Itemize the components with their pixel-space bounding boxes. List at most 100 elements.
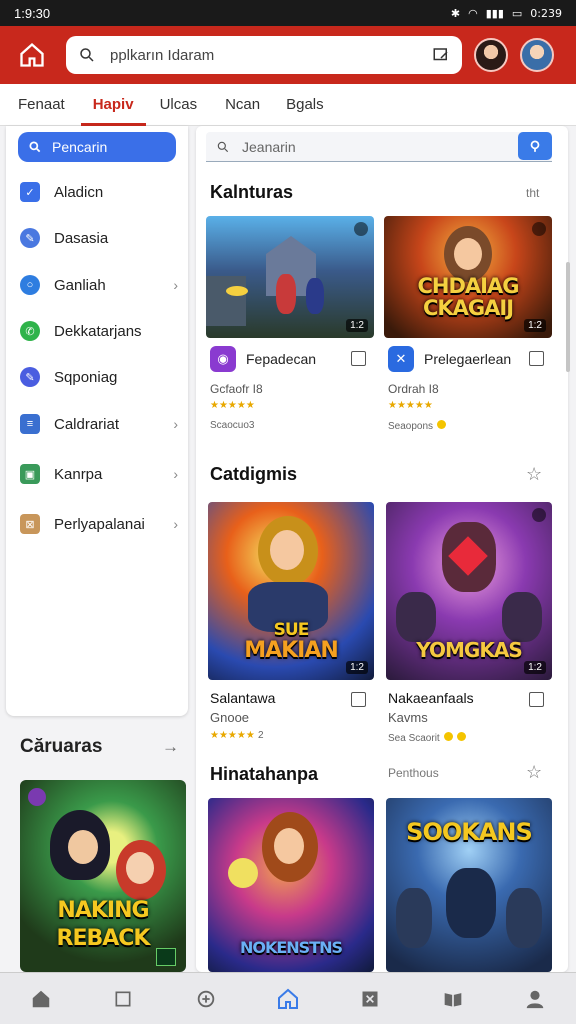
main-panel: Jeanarin Kalnturas tht 1:2 CHDAIAG CKAGA… <box>196 126 568 972</box>
app-subtitle: Ordrah I8 <box>388 382 439 396</box>
card-art-text: SOOKANS <box>406 818 533 846</box>
calendar-icon: ▣ <box>20 464 40 484</box>
tab-bgals[interactable]: Bgals <box>286 84 324 126</box>
avatar-secondary[interactable] <box>520 38 554 72</box>
sidebar-search-button[interactable]: Pencarin <box>18 132 176 162</box>
document-icon: ≡ <box>20 414 40 434</box>
select-checkbox[interactable] <box>529 692 544 707</box>
game-card[interactable]: SUE MAKIAN 1:2 <box>208 502 374 680</box>
rating-stars: ★★★★★ <box>210 730 255 741</box>
nav-games-button[interactable] <box>186 979 226 1019</box>
battery-icon: ▭ <box>511 6 523 20</box>
section-see-all[interactable]: Penthous <box>388 766 439 780</box>
home-icon <box>32 990 50 1007</box>
game-card[interactable]: NAKING REBACK <box>20 780 186 972</box>
section-title: Căruaras <box>20 736 103 757</box>
app-icon: ✕ <box>388 346 414 372</box>
card-art-text: CHDAIAG <box>417 274 520 298</box>
favorite-star-icon[interactable]: ☆ <box>526 762 542 783</box>
coin-icon <box>456 732 466 741</box>
card-badge: 1:2 <box>346 661 368 674</box>
app-name: Salantawa <box>210 690 276 706</box>
tab-ncan[interactable]: Ncan <box>225 84 260 126</box>
rating-stars: ★★★★★ <box>210 400 255 411</box>
app-info[interactable]: ◉ Fepadecan <box>210 346 316 372</box>
tab-ulcas[interactable]: Ulcas <box>160 84 198 126</box>
game-card[interactable]: CHDAIAG CKAGAIJ 1:2 <box>384 216 552 338</box>
gamepad-icon <box>197 990 214 1007</box>
library-icon <box>362 991 378 1006</box>
sidebar-item-ganliah[interactable]: ○ Ganliah › <box>20 267 180 303</box>
tab-bar: Fenaat Hapiv Ulcas Ncan Bgals <box>0 84 576 126</box>
chevron-right-icon: › <box>173 466 178 482</box>
app-meta: Seaopons <box>388 420 447 432</box>
select-checkbox[interactable] <box>529 351 544 366</box>
section-title: Kalnturas <box>210 182 294 202</box>
nav-square-button[interactable] <box>103 979 143 1019</box>
card-corner-icon <box>532 508 546 522</box>
coin-icon <box>437 420 447 429</box>
nav-home-button[interactable] <box>21 979 61 1019</box>
card-art-text: SUE <box>273 620 310 640</box>
app-name: Nakaeanfaals <box>388 690 474 706</box>
game-card[interactable]: 1:2 <box>206 216 374 338</box>
arrow-right-icon[interactable]: → <box>162 737 179 757</box>
voice-search-button[interactable] <box>518 132 552 160</box>
app-meta: Sea Scaorit <box>388 732 466 744</box>
app-header: pplkarın Idaram <box>0 26 576 84</box>
card-badge: 1:2 <box>346 319 368 332</box>
card-badge: 1:2 <box>524 661 546 674</box>
search-bar[interactable]: pplkarın Idaram <box>66 36 462 74</box>
sidebar-item-aladicn[interactable]: ✓ Aladicn <box>20 174 180 210</box>
sidebar-item-sqponiag[interactable]: ✎ Sqponiag <box>20 359 180 395</box>
status-time: 1:9:30 <box>14 5 51 21</box>
app-name: Fepadecan <box>246 351 317 367</box>
app-meta: 2 <box>258 730 264 741</box>
chevron-right-icon: › <box>173 416 178 432</box>
card-corner-icon <box>354 222 368 236</box>
app-icon: ◉ <box>210 346 236 372</box>
scrollbar[interactable] <box>566 262 570 372</box>
sidebar: Pencarin ✓ Aladicn ✎ Dasasia ○ Ganliah ›… <box>6 126 188 716</box>
search-icon <box>29 141 41 153</box>
home-outline-icon <box>277 988 298 1009</box>
avatar[interactable] <box>474 38 508 72</box>
game-card[interactable]: YOMGKAS 1:2 <box>386 502 552 680</box>
edit-icon[interactable] <box>432 46 450 64</box>
home-button[interactable] <box>10 33 54 77</box>
tab-fenaat[interactable]: Fenaat <box>18 84 65 126</box>
edit-circle-icon: ✎ <box>20 367 40 387</box>
select-checkbox[interactable] <box>351 351 366 366</box>
select-checkbox[interactable] <box>351 692 366 707</box>
nav-profile-button[interactable] <box>515 979 555 1019</box>
app-subtitle: Gcfaofr I8 <box>210 382 263 396</box>
card-art-text: MAKIAN <box>244 638 339 663</box>
nav-apps-home-button[interactable] <box>268 979 308 1019</box>
search-input[interactable]: pplkarın Idaram <box>110 47 418 64</box>
tab-hapiv[interactable]: Hapiv <box>80 84 146 126</box>
card-badge: 1:2 <box>524 319 546 332</box>
card-art-text: CKAGAIJ <box>422 296 514 320</box>
section-title: Hinatahanpa <box>210 764 319 784</box>
favorite-star-icon[interactable]: ☆ <box>526 464 542 485</box>
person-icon <box>526 990 544 1008</box>
chevron-right-icon: › <box>173 516 178 532</box>
sidebar-item-caldrariat[interactable]: ≡ Caldrariat › <box>20 406 180 442</box>
app-info[interactable]: ✕ Prelegaerlean <box>388 346 511 372</box>
app-subtitle: Kavms <box>388 710 428 725</box>
sidebar-item-kanrpa[interactable]: ▣ Kanrpa › <box>20 456 180 492</box>
main-search-input[interactable]: Jeanarin <box>206 132 552 162</box>
app-name: Prelegaerlean <box>424 351 512 367</box>
nav-books-button[interactable] <box>433 979 473 1019</box>
game-card[interactable]: NOKENSTNS <box>208 798 374 972</box>
nav-library-button[interactable] <box>350 979 390 1019</box>
book-icon <box>444 992 461 1006</box>
sidebar-item-dasasia[interactable]: ✎ Dasasia <box>20 220 180 256</box>
game-card[interactable]: SOOKANS <box>386 798 552 972</box>
pencil-icon: ✎ <box>20 228 40 248</box>
sidebar-item-dekkatarjans[interactable]: ✆ Dekkatarjans <box>20 313 180 349</box>
sidebar-item-perlyapalanai[interactable]: ⊠ Perlyapalanai › <box>20 506 180 542</box>
status-bar: 1:9:30 ✱ ◠ ▮▮▮ ▭ 0:239 <box>0 0 576 26</box>
section-see-all[interactable]: tht <box>526 186 539 200</box>
app-meta: Scaocuo3 <box>210 420 255 431</box>
